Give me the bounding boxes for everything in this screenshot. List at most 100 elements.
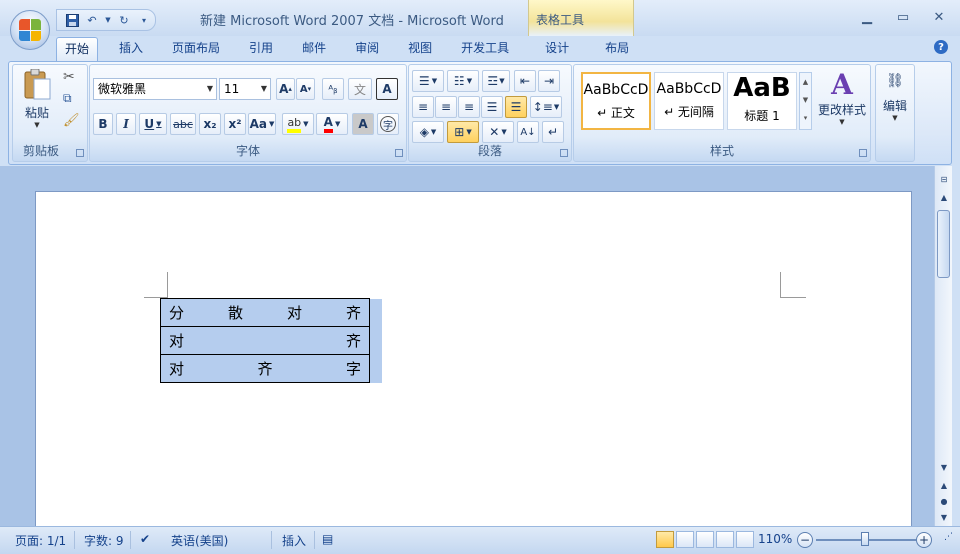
document-page[interactable]: 分 散 对 齐 对 齐 对 齐 字 bbox=[35, 191, 912, 531]
align-center-button[interactable]: ≡ bbox=[435, 96, 457, 118]
proofing-icon[interactable]: ✔ bbox=[140, 532, 150, 546]
save-icon[interactable] bbox=[65, 13, 79, 27]
previous-page-icon[interactable]: ▲ bbox=[936, 478, 952, 492]
paragraph-launcher-icon[interactable] bbox=[560, 149, 568, 157]
change-styles-button[interactable]: A 更改样式 ▼ bbox=[816, 69, 868, 139]
language-indicator[interactable]: 英语(美国) bbox=[171, 532, 228, 549]
clipboard-launcher-icon[interactable] bbox=[76, 149, 84, 157]
resize-grip-icon[interactable]: ⋰ bbox=[944, 532, 953, 542]
increase-indent-button[interactable]: ⇥ bbox=[538, 70, 560, 92]
zoom-in-icon[interactable]: + bbox=[916, 532, 932, 548]
tab-review[interactable]: 审阅 bbox=[347, 37, 387, 61]
chinese-layout-button[interactable]: ✕ ▼ bbox=[482, 121, 514, 143]
borders-button[interactable]: ⊞ ▼ bbox=[447, 121, 479, 143]
full-screen-reading-view-icon[interactable] bbox=[676, 531, 694, 548]
tab-layout[interactable]: 布局 bbox=[597, 37, 637, 61]
tab-view[interactable]: 视图 bbox=[400, 37, 440, 61]
styles-scroll[interactable]: ▲ ▼ ▾ bbox=[799, 72, 812, 130]
insert-mode[interactable]: 插入 bbox=[282, 532, 306, 549]
tab-mailings[interactable]: 邮件 bbox=[294, 37, 334, 61]
paste-button[interactable]: 粘贴 ▼ bbox=[19, 68, 55, 133]
tab-insert[interactable]: 插入 bbox=[111, 37, 151, 61]
customize-qat-icon[interactable]: ▾ bbox=[137, 13, 151, 27]
align-right-button[interactable]: ≡ bbox=[458, 96, 480, 118]
table-cell[interactable]: 对 齐 bbox=[160, 326, 370, 355]
print-layout-view-icon[interactable] bbox=[656, 531, 674, 548]
zoom-level[interactable]: 110% bbox=[758, 532, 792, 546]
clear-formatting-button[interactable]: ᴬᵦ bbox=[322, 78, 344, 100]
underline-button[interactable]: U ▼ bbox=[139, 113, 167, 135]
copy-icon[interactable]: ⧉ bbox=[63, 91, 72, 106]
status-divider bbox=[130, 531, 131, 549]
outline-view-icon[interactable] bbox=[716, 531, 734, 548]
scrollbar-thumb[interactable] bbox=[937, 210, 950, 278]
table-cell[interactable]: 分 散 对 齐 bbox=[160, 298, 370, 327]
character-shading-button[interactable]: A bbox=[352, 113, 374, 135]
word-count[interactable]: 字数: 9 bbox=[84, 532, 124, 549]
grow-font-button[interactable]: A ▴ bbox=[276, 78, 295, 100]
font-size-combo[interactable]: 11 ▼ bbox=[219, 78, 271, 100]
character-border-button[interactable]: A bbox=[376, 78, 398, 100]
tab-references[interactable]: 引用 bbox=[241, 37, 281, 61]
zoom-slider-thumb[interactable] bbox=[861, 532, 869, 546]
phonetic-guide-button[interactable]: 文 bbox=[348, 78, 372, 100]
font-color-button[interactable]: A ▼ bbox=[316, 113, 348, 135]
strikethrough-button[interactable]: abc bbox=[170, 113, 196, 135]
distributed-button[interactable]: ☰ bbox=[505, 96, 527, 118]
scroll-up-icon[interactable]: ▲ bbox=[936, 190, 952, 204]
document-table[interactable]: 分 散 对 齐 对 齐 对 齐 字 bbox=[160, 298, 370, 383]
distributed-icon: ☰ bbox=[510, 100, 522, 114]
show-marks-button[interactable]: ↵ bbox=[542, 121, 564, 143]
bold-button[interactable]: B bbox=[93, 113, 113, 135]
vertical-scrollbar[interactable]: ⊟ ▲ ▼ ▲ ● ▼ bbox=[934, 166, 952, 526]
font-launcher-icon[interactable] bbox=[395, 149, 403, 157]
scroll-down-icon[interactable]: ▼ bbox=[936, 460, 952, 474]
table-row: 分 散 对 齐 bbox=[160, 298, 370, 327]
justify-button[interactable]: ☰ bbox=[481, 96, 503, 118]
change-case-button[interactable]: Aa ▼ bbox=[248, 113, 276, 135]
page-count[interactable]: 页面: 1/1 bbox=[15, 532, 66, 549]
superscript-button[interactable]: x² bbox=[224, 113, 246, 135]
multilevel-list-button[interactable]: ☲ ▼ bbox=[482, 70, 510, 92]
tab-page-layout[interactable]: 页面布局 bbox=[164, 37, 228, 61]
minimize-icon[interactable]: ▁ bbox=[854, 8, 880, 26]
redo-icon[interactable]: ↻ bbox=[117, 13, 131, 27]
sort-button[interactable]: A↓ bbox=[517, 121, 539, 143]
close-icon[interactable]: ✕ bbox=[926, 8, 952, 26]
maximize-icon[interactable]: ▭ bbox=[890, 8, 916, 26]
editing-button[interactable]: ⛓ 编辑 ▼ bbox=[876, 69, 914, 139]
tab-developer[interactable]: 开发工具 bbox=[453, 37, 517, 61]
cut-icon[interactable]: ✂ bbox=[63, 69, 75, 85]
styles-launcher-icon[interactable] bbox=[859, 149, 867, 157]
decrease-indent-button[interactable]: ⇤ bbox=[514, 70, 536, 92]
tab-home[interactable]: 开始 bbox=[56, 37, 99, 61]
bullets-button[interactable]: ☰ ▼ bbox=[412, 70, 444, 92]
draft-view-icon[interactable] bbox=[736, 531, 754, 548]
ruler-toggle-icon[interactable]: ⊟ bbox=[936, 172, 952, 186]
table-cell[interactable]: 对 齐 字 bbox=[160, 354, 370, 383]
enclose-characters-button[interactable]: 字 bbox=[377, 113, 399, 135]
zoom-out-icon[interactable]: − bbox=[797, 532, 813, 548]
style-no-spacing[interactable]: AaBbCcD ↵ 无间隔 bbox=[654, 72, 724, 130]
macro-record-icon[interactable]: ▤ bbox=[322, 532, 333, 546]
align-left-button[interactable]: ≡ bbox=[412, 96, 434, 118]
office-button[interactable] bbox=[10, 10, 50, 50]
style-heading-1[interactable]: AaB 标题 1 bbox=[727, 72, 797, 130]
shading-button[interactable]: ◈ ▼ bbox=[412, 121, 444, 143]
undo-icon[interactable]: ↶ bbox=[85, 13, 99, 27]
line-spacing-button[interactable]: ↕≡ ▼ bbox=[530, 96, 562, 118]
help-icon[interactable]: ? bbox=[934, 40, 948, 54]
browse-object-icon[interactable]: ● bbox=[936, 494, 952, 508]
highlight-button[interactable]: ab ▼ bbox=[282, 113, 314, 135]
format-painter-icon[interactable]: 🖌 bbox=[63, 113, 80, 128]
tab-design[interactable]: 设计 bbox=[537, 37, 577, 61]
shrink-font-button[interactable]: A ▾ bbox=[296, 78, 315, 100]
undo-dropdown-icon[interactable]: ▼ bbox=[105, 13, 111, 27]
next-page-icon[interactable]: ▼ bbox=[936, 510, 952, 524]
web-layout-view-icon[interactable] bbox=[696, 531, 714, 548]
font-name-combo[interactable]: 微软雅黑 ▼ bbox=[93, 78, 217, 100]
italic-button[interactable]: I bbox=[116, 113, 136, 135]
style-normal[interactable]: AaBbCcD ↵ 正文 bbox=[581, 72, 651, 130]
numbering-button[interactable]: ☷ ▼ bbox=[447, 70, 479, 92]
subscript-button[interactable]: x₂ bbox=[199, 113, 221, 135]
